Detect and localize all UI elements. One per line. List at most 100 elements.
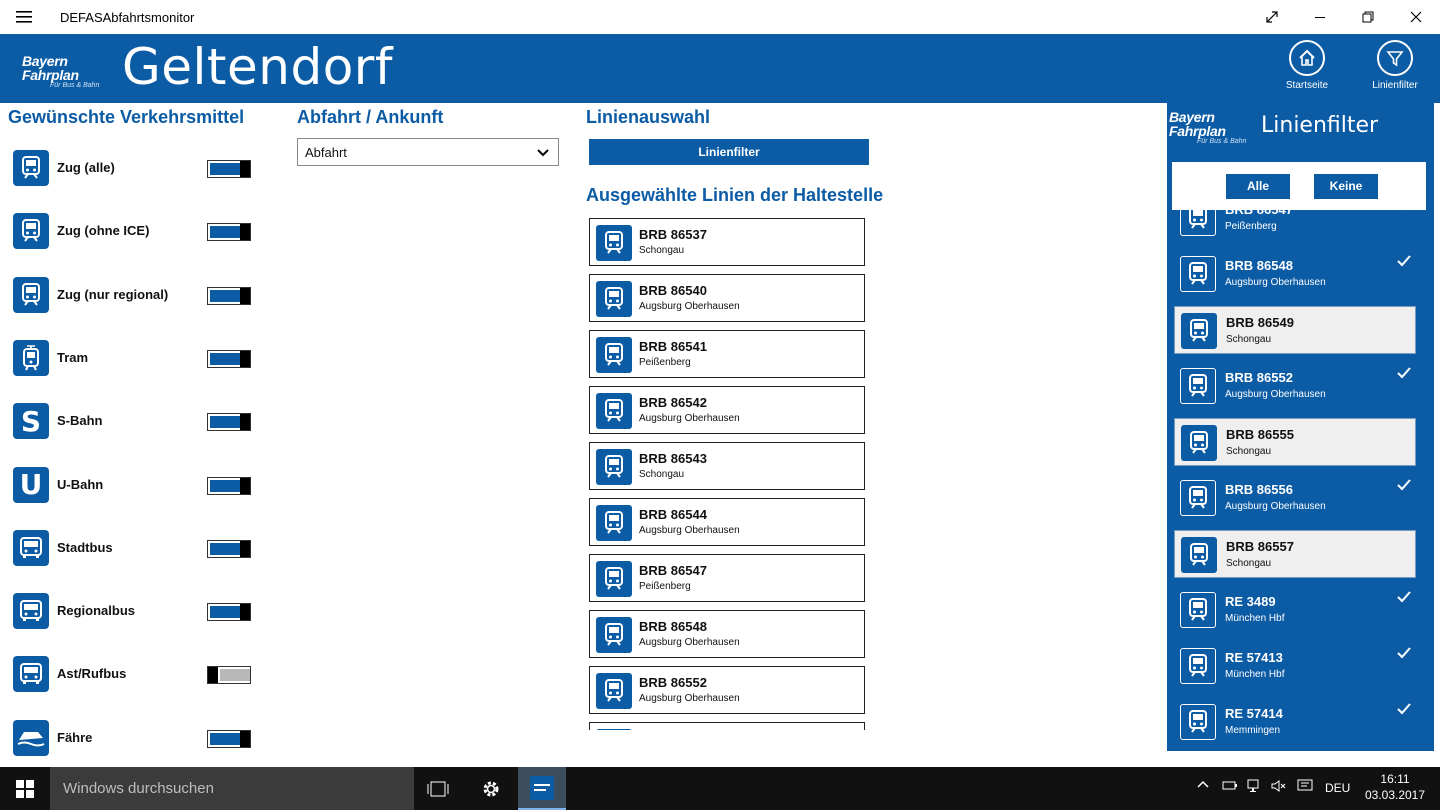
selected-lines-heading: Ausgewählte Linien der Haltestelle <box>586 185 884 205</box>
task-view-icon[interactable] <box>414 767 462 810</box>
line-destination: Augsburg Oberhausen <box>639 525 740 536</box>
home-button[interactable]: Startseite <box>1272 40 1342 91</box>
filter-line-destination: München Hbf <box>1225 613 1285 624</box>
selected-line-card[interactable]: BRB 86548 Augsburg Oberhausen <box>589 610 865 658</box>
filter-line-item[interactable]: BRB 86547 Peißenberg <box>1174 210 1416 242</box>
filter-line-item[interactable]: BRB 86552 Augsburg Oberhausen <box>1174 362 1416 410</box>
transport-label: Stadtbus <box>57 539 113 555</box>
filter-button[interactable]: Linienfilter <box>1360 40 1430 91</box>
filter-line-item[interactable]: RE 57413 München Hbf <box>1174 642 1416 690</box>
filter-line-name: BRB 86548 <box>1225 258 1293 273</box>
filter-panel-title: Linienfilter <box>1261 113 1379 138</box>
transport-toggle[interactable] <box>207 223 251 242</box>
transport-toggle[interactable] <box>207 603 251 622</box>
transport-heading: Gewünschte Verkehrsmittel <box>8 107 245 127</box>
title-bar: DEFASAbfahrtsmonitor <box>0 0 1440 34</box>
line-destination: Augsburg Oberhausen <box>639 301 740 312</box>
clock-date: 03.03.2017 <box>1364 788 1426 802</box>
selected-line-card[interactable]: BRB 86543 Schongau <box>589 442 865 490</box>
select-none-button[interactable]: Keine <box>1314 174 1378 199</box>
windows-start-icon[interactable] <box>0 767 50 810</box>
selected-line-card[interactable]: BRB 86547 Peißenberg <box>589 554 865 602</box>
select-all-button[interactable]: Alle <box>1226 174 1290 199</box>
selected-line-card[interactable]: BRB 86540 Augsburg Oberhausen <box>589 274 865 322</box>
clock[interactable]: 16:11 03.03.2017 <box>1360 771 1430 803</box>
transport-toggle[interactable] <box>207 413 251 432</box>
show-hidden-icons-icon[interactable] <box>1197 779 1209 794</box>
line-name: BRB 86544 <box>639 507 707 522</box>
volume-muted-icon[interactable] <box>1271 779 1287 796</box>
transport-toggle[interactable] <box>207 349 251 368</box>
transport-label: S-Bahn <box>57 413 103 429</box>
line-destination: Peißenberg <box>639 357 691 368</box>
u-bahn-icon: U <box>13 466 49 503</box>
train-icon <box>596 225 632 261</box>
fullscreen-icon[interactable] <box>1248 0 1296 34</box>
train-icon <box>596 561 632 597</box>
network-icon[interactable] <box>1247 779 1263 796</box>
linienfilter-button[interactable]: Linienfilter <box>589 139 869 165</box>
battery-icon[interactable] <box>1222 779 1238 794</box>
settings-gear-icon[interactable] <box>467 767 515 810</box>
transport-toggle[interactable] <box>207 286 251 305</box>
input-language[interactable]: DEU <box>1325 781 1350 795</box>
line-destination: Augsburg Oberhausen <box>639 637 740 648</box>
filter-line-destination: Schongau <box>1226 334 1272 345</box>
selected-line-card-partial[interactable] <box>589 722 865 730</box>
filter-line-name: BRB 86555 <box>1226 427 1294 442</box>
restore-icon[interactable] <box>1344 0 1392 34</box>
line-destination: Augsburg Oberhausen <box>639 693 740 704</box>
taskbar-search[interactable]: Windows durchsuchen <box>50 767 414 810</box>
train-icon <box>596 505 632 541</box>
close-icon[interactable] <box>1392 0 1440 34</box>
filter-line-item[interactable]: BRB 86548 Augsburg Oberhausen <box>1174 250 1416 298</box>
transport-toggle[interactable] <box>207 539 251 558</box>
transport-toggle[interactable] <box>207 476 251 495</box>
lines-heading: Linienauswahl <box>586 107 711 127</box>
filter-line-item[interactable]: BRB 86557 Schongau <box>1174 530 1416 578</box>
filter-line-item[interactable]: RE 57414 Memmingen <box>1174 698 1416 745</box>
train-icon <box>1181 537 1217 573</box>
line-name: BRB 86552 <box>639 675 707 690</box>
filter-line-item[interactable]: BRB 86555 Schongau <box>1174 418 1416 466</box>
train-icon <box>13 150 49 186</box>
selected-line-card[interactable]: BRB 86552 Augsburg Oberhausen <box>589 666 865 714</box>
tram-icon <box>13 339 49 376</box>
train-icon <box>13 276 49 313</box>
selected-lines-list: BRB 86537 Schongau BRB 86540 Augsburg Oberh… <box>589 218 867 730</box>
bus-icon <box>13 656 49 693</box>
s-bahn-icon: S <box>13 403 49 440</box>
selected-line-card[interactable]: BRB 86541 Peißenberg <box>589 330 865 378</box>
filter-line-destination: Schongau <box>1226 558 1272 569</box>
line-name: BRB 86547 <box>639 563 707 578</box>
filter-line-item[interactable]: RE 3489 München Hbf <box>1174 586 1416 634</box>
line-destination: Augsburg Oberhausen <box>639 413 740 424</box>
defas-app-taskbar-icon[interactable] <box>518 767 566 810</box>
train-icon <box>1181 313 1217 349</box>
line-name: BRB 86540 <box>639 283 707 298</box>
direction-select[interactable]: Abfahrt <box>297 138 559 166</box>
filter-line-item[interactable]: BRB 86549 Schongau <box>1174 306 1416 354</box>
filter-line-list: BRB 86547 Peißenberg BRB 86548 Augsburg Obe… <box>1174 210 1418 745</box>
transport-toggle[interactable] <box>207 729 251 748</box>
train-icon <box>1180 480 1216 516</box>
filter-line-item[interactable]: BRB 86556 Augsburg Oberhausen <box>1174 474 1416 522</box>
train-icon <box>1180 648 1216 684</box>
selected-line-card[interactable]: BRB 86542 Augsburg Oberhausen <box>589 386 865 434</box>
hamburger-icon[interactable] <box>0 0 48 34</box>
minimize-icon[interactable] <box>1296 0 1344 34</box>
transport-label: Zug (nur regional) <box>57 286 169 302</box>
selected-line-card[interactable]: BRB 86537 Schongau <box>589 218 865 266</box>
train-icon <box>1180 368 1216 404</box>
line-destination: Schongau <box>639 469 685 480</box>
transport-label: Regionalbus <box>57 603 136 619</box>
filter-line-destination: Augsburg Oberhausen <box>1225 389 1326 400</box>
checkmark-icon <box>1397 702 1411 720</box>
transport-toggle[interactable] <box>207 160 251 178</box>
selected-line-card[interactable]: BRB 86544 Augsburg Oberhausen <box>589 498 865 546</box>
notifications-icon[interactable] <box>1297 779 1313 796</box>
transport-toggle[interactable] <box>207 666 251 685</box>
filter-line-destination: Peißenberg <box>1225 221 1277 232</box>
transport-label: Zug (alle) <box>57 160 115 175</box>
transport-label: U-Bahn <box>57 476 104 492</box>
